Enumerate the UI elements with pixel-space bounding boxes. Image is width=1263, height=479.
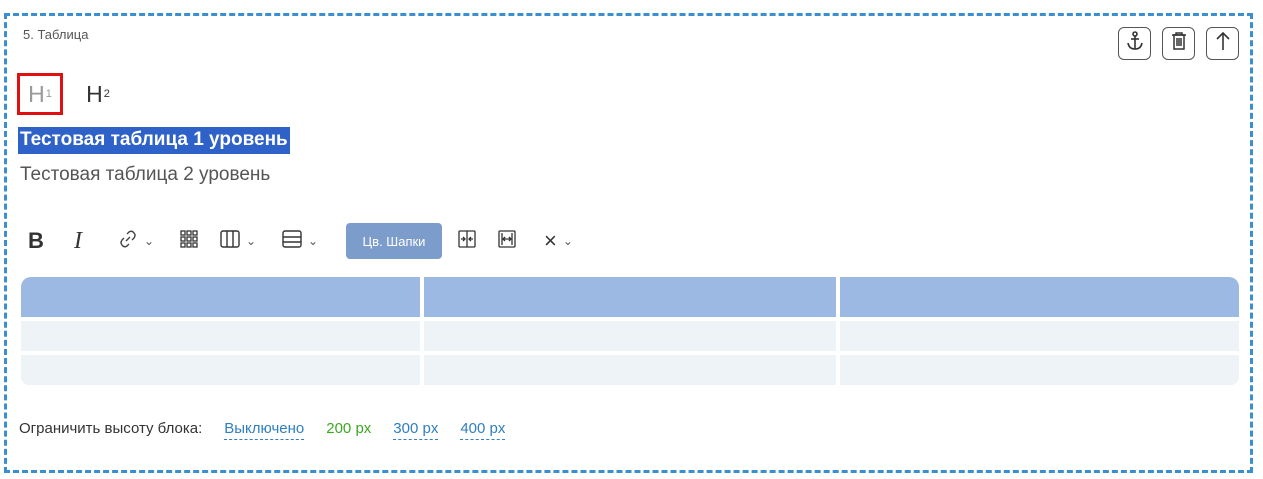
- height-option-400[interactable]: 400 px: [460, 420, 506, 440]
- header-color-chip: Цв. Шапки: [346, 223, 442, 259]
- table-row: [21, 321, 1239, 351]
- anchor-button[interactable]: [1118, 27, 1151, 60]
- chevron-down-icon: ⌄: [246, 234, 257, 248]
- height-limit-label: Ограничить высоту блока:: [19, 420, 203, 437]
- rows-icon: [282, 229, 302, 253]
- height-option-200[interactable]: 200 px: [326, 420, 371, 439]
- chevron-down-icon: ⌄: [144, 234, 155, 248]
- height-option-off[interactable]: Выключено: [224, 420, 305, 440]
- link-dropdown[interactable]: ⌄: [118, 222, 180, 260]
- table-cell[interactable]: [424, 355, 836, 385]
- grid-icon: [180, 229, 198, 253]
- italic-button[interactable]: I: [74, 222, 118, 260]
- h2-letter: H: [86, 80, 103, 107]
- header-color-button[interactable]: Цв. Шапки: [346, 222, 458, 260]
- table-cell[interactable]: [424, 321, 836, 351]
- h1-letter: H: [28, 80, 45, 107]
- table-header-row: [21, 277, 1239, 317]
- heading-level-switch: H1 H2: [17, 73, 121, 115]
- h2-index: 2: [103, 88, 110, 100]
- bold-label: B: [28, 228, 44, 253]
- table-header-cell[interactable]: [21, 277, 420, 317]
- level1-heading-text[interactable]: Тестовая таблица 1 уровень: [18, 127, 290, 154]
- trash-icon: [1171, 32, 1187, 55]
- expand-width-icon: [498, 229, 516, 253]
- h1-index: 1: [45, 88, 52, 100]
- table-header-cell[interactable]: [840, 277, 1239, 317]
- rows-dropdown[interactable]: ⌄: [282, 222, 346, 260]
- table-row: [21, 355, 1239, 385]
- heading-h2-button[interactable]: H2: [75, 73, 121, 115]
- shrink-width-button[interactable]: [458, 222, 498, 260]
- height-limit-control: Ограничить высоту блока: Выключено 200 p…: [19, 420, 506, 440]
- expand-width-button[interactable]: [498, 222, 544, 260]
- close-icon: ×: [544, 228, 557, 253]
- table-cell[interactable]: [21, 321, 420, 351]
- height-option-300[interactable]: 300 px: [393, 420, 439, 440]
- table-grid-button[interactable]: [180, 222, 220, 260]
- arrow-up-icon: [1215, 31, 1231, 56]
- shrink-width-icon: [458, 229, 476, 253]
- columns-icon: [220, 229, 240, 253]
- block-title: 5. Таблица: [23, 27, 89, 42]
- chevron-down-icon: ⌄: [308, 234, 319, 248]
- block-actions: [1118, 27, 1239, 60]
- heading-h1-button[interactable]: H1: [17, 73, 63, 115]
- level2-heading-text[interactable]: Тестовая таблица 2 уровень: [20, 163, 270, 187]
- link-icon: [118, 229, 138, 254]
- italic-label: I: [74, 227, 82, 254]
- table-toolbar: B I ⌄ ⌄ ⌄ Цв. Шапки × ⌄: [28, 222, 588, 260]
- anchor-icon: [1126, 31, 1144, 56]
- table-preview[interactable]: [21, 277, 1239, 385]
- table-cell[interactable]: [21, 355, 420, 385]
- delete-button[interactable]: [1162, 27, 1195, 60]
- table-cell[interactable]: [840, 321, 1239, 351]
- table-header-cell[interactable]: [424, 277, 836, 317]
- clear-dropdown[interactable]: × ⌄: [544, 222, 588, 260]
- bold-button[interactable]: B: [28, 222, 74, 260]
- table-cell[interactable]: [840, 355, 1239, 385]
- move-up-button[interactable]: [1206, 27, 1239, 60]
- chevron-down-icon: ⌄: [562, 234, 573, 248]
- columns-dropdown[interactable]: ⌄: [220, 222, 282, 260]
